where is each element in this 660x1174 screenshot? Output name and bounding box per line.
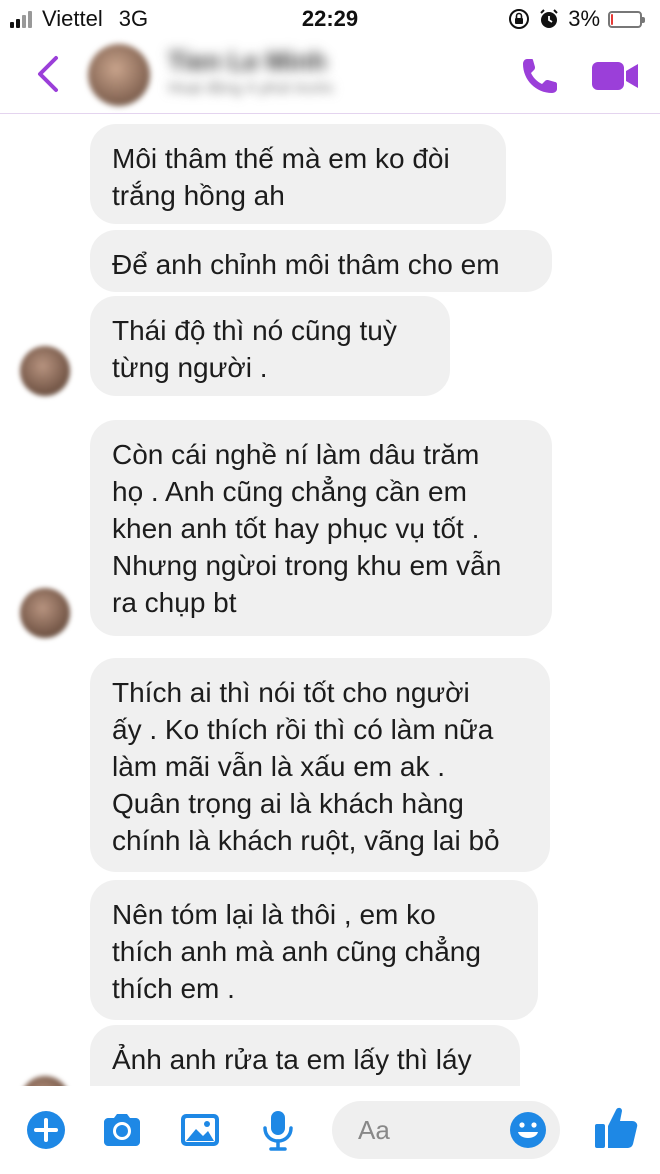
status-bar: Viettel 3G 22:29 3% <box>0 0 660 36</box>
orientation-lock-icon <box>509 9 530 29</box>
status-right: 3% <box>508 6 645 32</box>
conversation-header: Tien Le Minh Hoạt động 4 phút trước <box>0 36 660 114</box>
contact-avatar[interactable] <box>88 44 150 106</box>
message-bubble[interactable]: Thích ai thì nói tốt cho người ấy . Ko t… <box>90 658 550 872</box>
message-bubble[interactable]: Môi thâm thế mà em ko đòi trắng hồng ah <box>90 124 506 224</box>
battery-fill <box>611 13 613 25</box>
video-icon[interactable] <box>590 56 640 96</box>
message-bubble[interactable]: Để anh chỉnh môi thâm cho em <box>90 230 552 292</box>
sender-avatar[interactable] <box>20 346 70 396</box>
phone-icon[interactable] <box>518 54 562 98</box>
contact-status: Hoạt động 4 phút trước <box>168 80 335 97</box>
alarm-icon <box>540 9 558 28</box>
message-bubble[interactable]: Thái độ thì nó cũng tuỳ từng người . <box>90 296 450 396</box>
mic-icon[interactable] <box>256 1108 300 1152</box>
plus-icon[interactable] <box>24 1108 68 1152</box>
sender-avatar[interactable] <box>20 588 70 638</box>
image-icon[interactable] <box>178 1108 222 1152</box>
composer-bar <box>0 1086 660 1174</box>
back-icon[interactable] <box>28 52 68 96</box>
message-input[interactable] <box>358 1113 508 1147</box>
message-bubble[interactable]: Còn cái nghề ní làm dâu trăm họ . Anh cũ… <box>90 420 552 636</box>
battery-percent: 3% <box>568 6 600 31</box>
thumbs-up-icon[interactable] <box>592 1102 640 1152</box>
camera-icon[interactable] <box>100 1108 144 1152</box>
contact-name[interactable]: Tien Le Minh <box>168 46 326 77</box>
emoji-icon[interactable] <box>508 1110 548 1150</box>
message-input-field[interactable] <box>332 1101 560 1159</box>
message-bubble[interactable]: Nên tóm lại là thôi , em ko thích anh mà… <box>90 880 538 1020</box>
battery-icon <box>608 10 645 28</box>
